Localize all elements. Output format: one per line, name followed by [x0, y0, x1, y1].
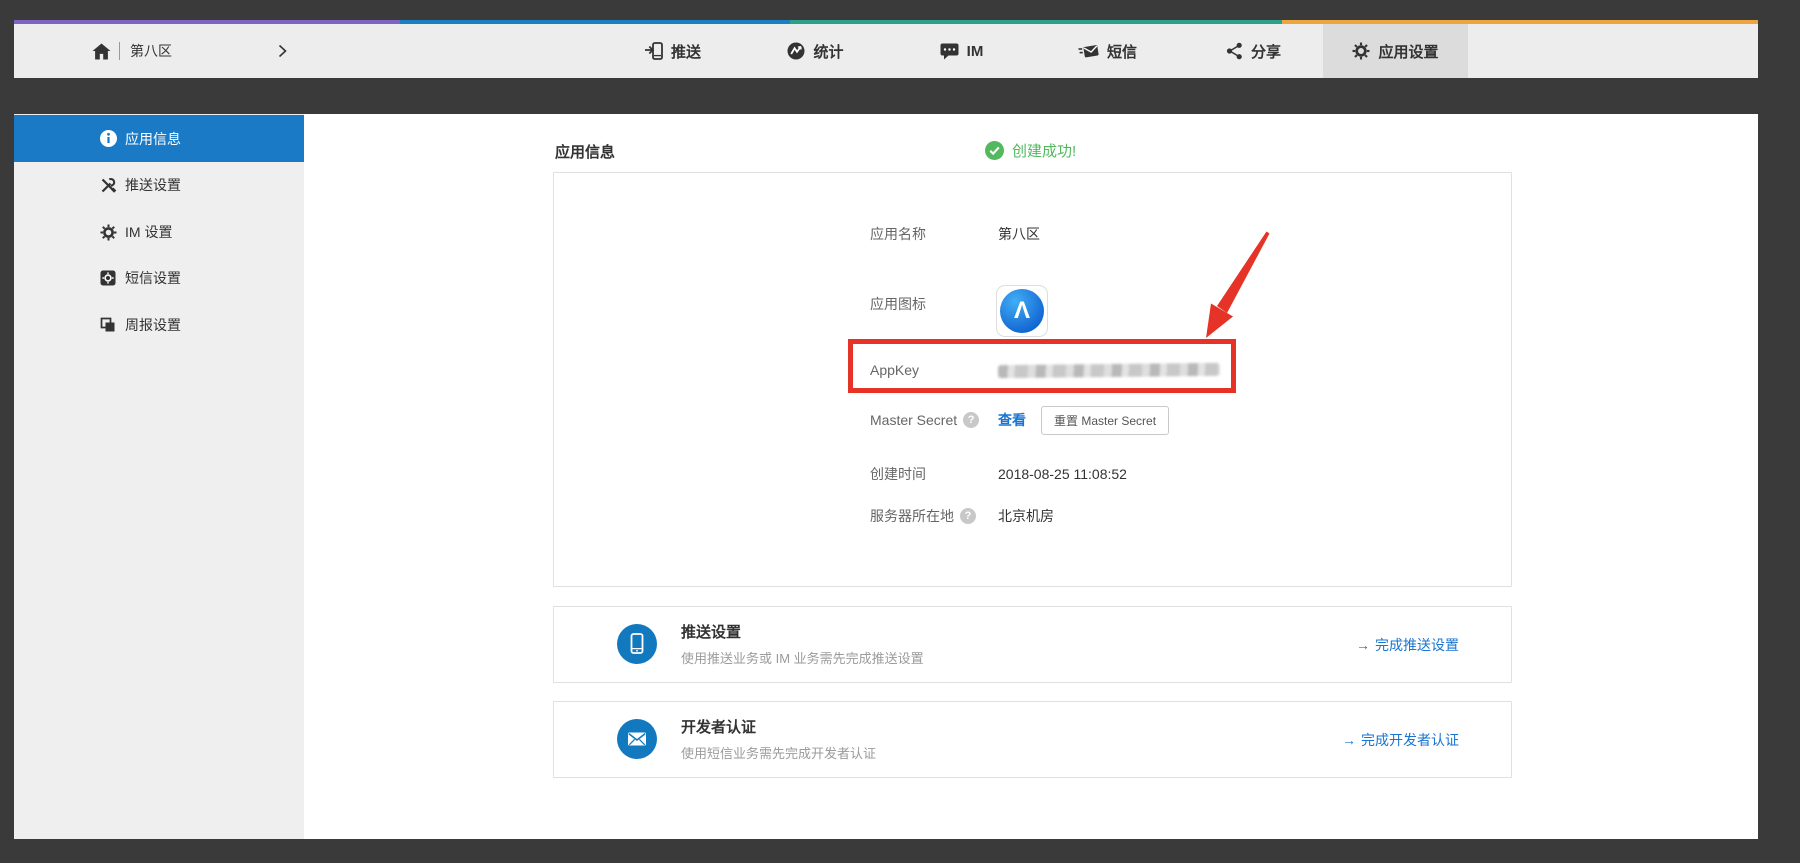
tab-label: IM [967, 43, 984, 60]
main-panel: 应用信息 推送设置 [14, 114, 1758, 839]
app-name-value: 第八区 [998, 224, 1040, 244]
tab-label: 统计 [813, 41, 843, 62]
sidebar-item-push-settings[interactable]: 推送设置 [14, 162, 304, 208]
link-text: 完成推送设置 [1375, 635, 1459, 655]
complete-developer-auth-link[interactable]: → 完成开发者认证 [1342, 702, 1459, 777]
gear-square-icon [98, 268, 118, 288]
home-icon[interactable] [92, 43, 111, 60]
check-circle-icon [985, 141, 1004, 160]
sms-icon [1078, 43, 1099, 60]
app-console-page: 第八区 推送 统计 [0, 0, 1800, 863]
developer-auth-title: 开发者认证 [681, 716, 756, 737]
master-secret-row: Master Secret ? 查看 重置 Master Secret [870, 405, 1169, 435]
top-navbar: 第八区 推送 统计 [14, 20, 1758, 78]
sidebar-item-im-settings[interactable]: IM 设置 [14, 209, 304, 255]
view-master-secret-link[interactable]: 查看 [998, 410, 1026, 430]
arrow-right-icon: → [1356, 637, 1370, 653]
complete-push-setup-link[interactable]: → 完成推送设置 [1356, 607, 1459, 682]
tab-stats[interactable]: 统计 [743, 24, 888, 78]
tab-im[interactable]: IM [889, 24, 1034, 78]
created-time-row: 创建时间 2018-08-25 11:08:52 [870, 464, 1127, 484]
tab-label: 应用设置 [1378, 41, 1438, 62]
server-location-label-text: 服务器所在地 [870, 506, 954, 526]
page-title: 应用信息 [555, 141, 615, 162]
created-time-label: 创建时间 [870, 464, 998, 484]
app-icon-label: 应用图标 [870, 294, 998, 314]
phone-circle-icon [617, 624, 657, 664]
server-location-label: 服务器所在地 ? [870, 506, 998, 526]
mail-circle-icon [617, 719, 657, 759]
tools-icon [98, 175, 118, 195]
settings-sidebar: 应用信息 推送设置 [14, 114, 304, 839]
appkey-masked-value [998, 362, 1220, 377]
app-info-card: 应用名称 第八区 应用图标 Λ AppKey Master Secret ? [553, 172, 1512, 587]
appkey-label: AppKey [870, 362, 998, 378]
tab-label: 推送 [671, 41, 701, 62]
master-secret-label: Master Secret ? [870, 412, 998, 428]
push-icon [644, 42, 663, 60]
sidebar-item-label: 周报设置 [125, 315, 181, 335]
created-time-value: 2018-08-25 11:08:52 [998, 466, 1127, 482]
server-location-value: 北京机房 [998, 506, 1054, 526]
link-text: 完成开发者认证 [1361, 730, 1459, 750]
sidebar-item-label: 推送设置 [125, 175, 181, 195]
breadcrumb-divider [119, 42, 120, 60]
push-setup-title: 推送设置 [681, 621, 741, 642]
im-chat-icon [940, 43, 959, 60]
tab-label: 短信 [1107, 41, 1137, 62]
status-text: 创建成功! [1012, 140, 1076, 161]
help-question-icon[interactable]: ? [960, 508, 976, 524]
tab-push[interactable]: 推送 [600, 24, 745, 78]
app-name-row: 应用名称 第八区 [870, 224, 1040, 244]
push-setup-desc: 使用推送业务或 IM 业务需先完成推送设置 [681, 648, 924, 667]
tab-app-settings[interactable]: 应用设置 [1323, 24, 1468, 78]
help-question-icon[interactable]: ? [963, 412, 979, 428]
reset-master-secret-button[interactable]: 重置 Master Secret [1041, 406, 1169, 435]
app-name-label: 应用名称 [870, 224, 998, 244]
tab-sms[interactable]: 短信 [1035, 24, 1180, 78]
sidebar-item-label: 应用信息 [125, 129, 181, 149]
gear-icon [98, 222, 118, 242]
app-icon-row: 应用图标 [870, 294, 998, 314]
breadcrumb: 第八区 [92, 24, 287, 78]
developer-auth-desc: 使用短信业务需先完成开发者认证 [681, 743, 876, 762]
app-icon: Λ [996, 285, 1048, 337]
arrow-right-icon: → [1342, 732, 1356, 748]
gear-icon [1352, 42, 1370, 60]
sidebar-item-weekly-report-settings[interactable]: 周报设置 [14, 302, 304, 348]
developer-auth-card: 开发者认证 使用短信业务需先完成开发者认证 → 完成开发者认证 [553, 701, 1512, 778]
status-badge: 创建成功! [985, 140, 1076, 161]
server-location-row: 服务器所在地 ? 北京机房 [870, 506, 1054, 526]
push-setup-card: 推送设置 使用推送业务或 IM 业务需先完成推送设置 → 完成推送设置 [553, 606, 1512, 683]
info-icon [98, 129, 118, 149]
share-icon [1226, 42, 1243, 60]
stats-icon [787, 42, 805, 60]
tab-label: 分享 [1251, 41, 1281, 62]
chevron-right-icon[interactable] [278, 44, 287, 58]
sidebar-item-sms-settings[interactable]: 短信设置 [14, 255, 304, 301]
master-secret-label-text: Master Secret [870, 412, 957, 428]
copy-pages-icon [98, 315, 118, 335]
tab-share[interactable]: 分享 [1181, 24, 1326, 78]
sidebar-item-label: 短信设置 [125, 268, 181, 288]
app-icon-circle: Λ [1000, 289, 1044, 333]
appkey-row: AppKey [870, 360, 1220, 380]
app-icon-glyph: Λ [1014, 299, 1030, 323]
sidebar-item-app-info[interactable]: 应用信息 [14, 115, 304, 162]
sidebar-item-label: IM 设置 [125, 222, 172, 242]
breadcrumb-app-name[interactable]: 第八区 [130, 41, 260, 61]
